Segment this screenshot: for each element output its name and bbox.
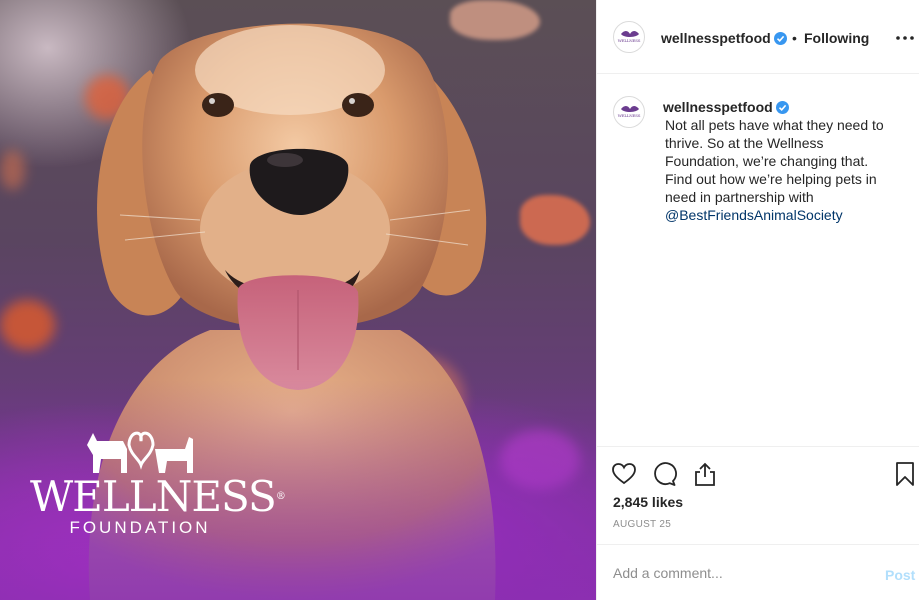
post-actions: 2,845 likes AUGUST 25 xyxy=(597,446,919,544)
header-username[interactable]: wellnesspetfood xyxy=(661,29,787,47)
heart-icon[interactable] xyxy=(611,461,637,487)
like-count[interactable]: 2,845 likes xyxy=(613,493,683,511)
caption-text: Not all pets have what they need to thri… xyxy=(665,117,884,205)
verified-badge-icon xyxy=(775,101,789,114)
share-icon[interactable] xyxy=(692,461,718,487)
avatar[interactable]: WELLNESS xyxy=(613,21,645,53)
pets-heart-icon xyxy=(87,431,193,473)
comment-form: Post xyxy=(597,544,919,600)
comment-bubble-icon[interactable] xyxy=(651,461,677,487)
following-button[interactable]: Following xyxy=(804,29,869,47)
bookmark-icon[interactable] xyxy=(892,461,918,487)
post-image[interactable]: WELLNESS® FOUNDATION xyxy=(0,0,596,600)
caption-avatar[interactable]: WELLNESS xyxy=(613,96,645,128)
post-header: WELLNESS wellnesspetfood • Following xyxy=(597,0,919,74)
comment-input[interactable] xyxy=(613,561,863,585)
mention-link[interactable]: @BestFriendsAnimalSociety xyxy=(665,206,843,224)
more-options-icon[interactable] xyxy=(895,28,915,48)
brand-mark-icon xyxy=(621,31,639,37)
caption-section: WELLNESS wellnesspetfood Not all pets ha… xyxy=(597,74,919,446)
brand-mark-icon xyxy=(621,106,639,112)
post-side-panel: WELLNESS wellnesspetfood • Following WEL… xyxy=(596,0,919,600)
logo-wordmark: WELLNESS® xyxy=(30,472,286,521)
caption-username[interactable]: wellnesspetfood xyxy=(663,98,789,116)
logo-subtitle: FOUNDATION xyxy=(69,518,211,537)
post-date[interactable]: AUGUST 25 xyxy=(613,519,671,531)
verified-badge-icon xyxy=(773,32,787,45)
post-button[interactable]: Post xyxy=(885,567,915,583)
separator-dot: • xyxy=(792,30,797,46)
